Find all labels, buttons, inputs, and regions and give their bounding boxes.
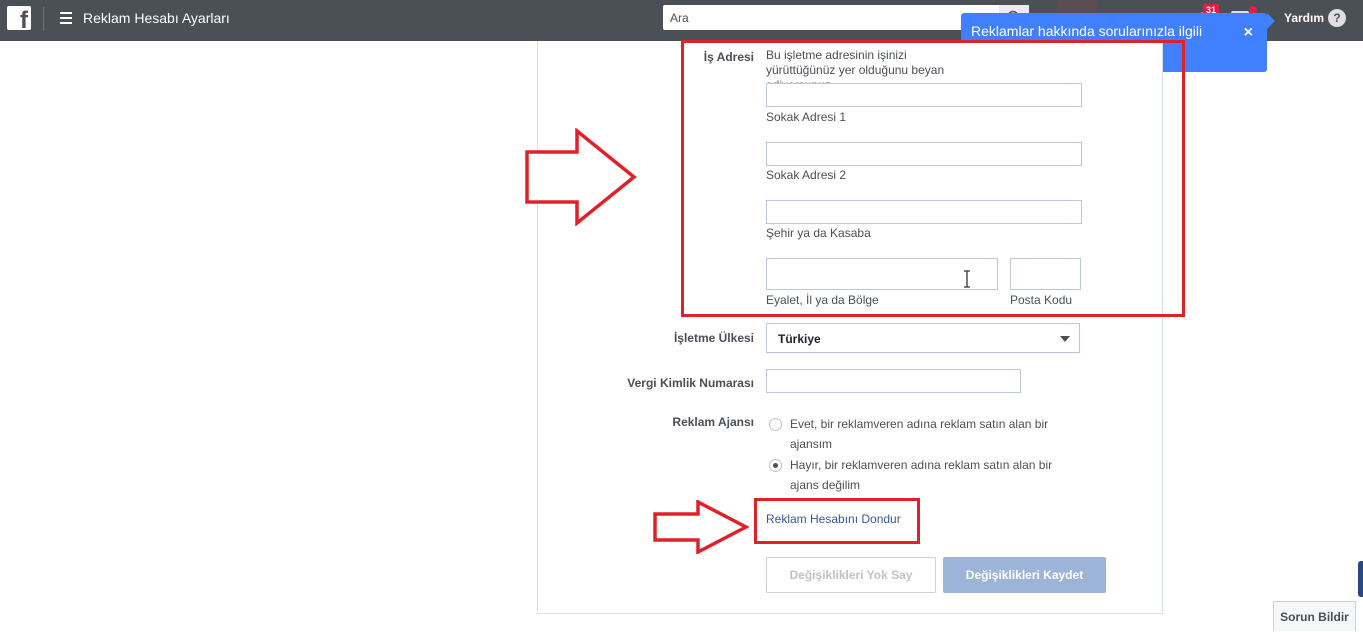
menu-icon[interactable] (60, 12, 72, 24)
help-icon[interactable]: ? (1328, 9, 1346, 27)
facebook-logo-icon[interactable]: f (7, 6, 31, 33)
agency-no-label[interactable]: Hayır, bir reklamveren adına reklam satı… (790, 455, 1080, 495)
help-label[interactable]: Yardım (1284, 11, 1324, 25)
agency-no-radio[interactable] (769, 459, 782, 472)
agency-label: Reklam Ajansı (672, 415, 754, 429)
agency-yes-label[interactable]: Evet, bir reklamveren adına reklam satın… (790, 414, 1080, 454)
search-input[interactable] (663, 5, 993, 30)
tooltip-arrow (1267, 13, 1275, 29)
tax-label: Vergi Kimlik Numarası (627, 376, 754, 390)
page-title: Reklam Hesabı Ayarları (83, 10, 230, 26)
address-highlight-box (681, 40, 1185, 317)
annotation-arrow-icon (653, 500, 749, 554)
agency-yes-radio[interactable] (769, 418, 782, 431)
chevron-down-icon (1060, 336, 1070, 342)
side-tab[interactable] (1358, 561, 1363, 597)
tax-id-input[interactable] (766, 369, 1021, 393)
country-select[interactable]: Türkiye (766, 323, 1080, 353)
annotation-arrow-icon (525, 128, 637, 226)
report-problem-button[interactable]: Sorun Bildir (1273, 601, 1356, 631)
country-value: Türkiye (778, 332, 821, 346)
discard-changes-button[interactable]: Değişiklikleri Yok Say (766, 557, 936, 593)
country-label: İşletme Ülkesi (673, 331, 754, 345)
save-changes-button[interactable]: Değişiklikleri Kaydet (943, 557, 1106, 593)
link-highlight-box (754, 498, 920, 544)
close-icon[interactable]: × (1244, 24, 1253, 41)
top-divider (43, 7, 44, 31)
